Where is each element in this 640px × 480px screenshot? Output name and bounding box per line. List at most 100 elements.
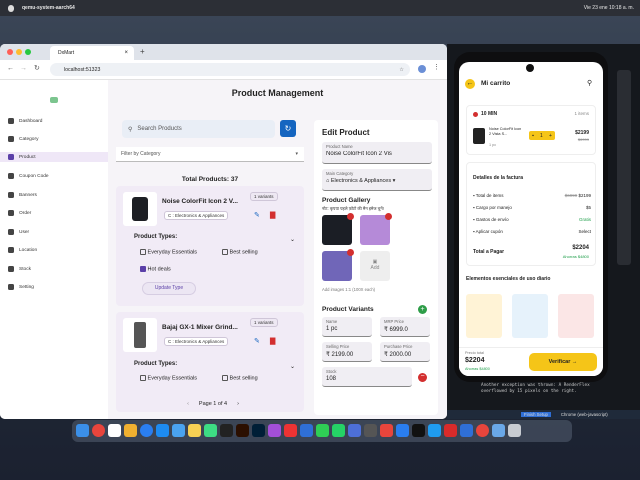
add-variant-icon[interactable]: + [418,305,427,314]
close-dot[interactable] [7,49,13,55]
selling-price-field[interactable]: Selling Price ₹ 2199.00 [322,342,372,362]
sidebar-item-setting[interactable]: Setting [8,282,34,292]
checkbox[interactable] [140,266,146,272]
delete-icon[interactable]: ▇ [270,211,275,219]
finder-icon[interactable] [76,424,89,437]
purchase-price-field[interactable]: Purchase Price ₹ 2000.00 [380,342,430,362]
remove-icon[interactable] [385,213,392,220]
coupon-row[interactable]: ▪ Aplicar cupón Select [473,229,591,234]
next-page-icon[interactable]: › [237,401,239,407]
gallery-image[interactable] [322,213,354,245]
mail-icon[interactable] [172,424,185,437]
photoshop-icon[interactable] [252,424,265,437]
photos-icon[interactable] [124,424,137,437]
app-icon[interactable] [396,424,409,437]
apple-icon[interactable] [8,4,14,12]
chevron-down-icon[interactable]: ⌄ [290,363,295,370]
maximize-dot[interactable] [25,49,31,55]
chrome-icon[interactable] [476,424,489,437]
essential-item[interactable] [466,294,502,338]
illustrator-icon[interactable] [236,424,249,437]
type-best-selling[interactable]: Best selling [222,375,258,381]
checkbox[interactable] [222,249,228,255]
add-image-button[interactable]: ▣ Add [360,251,390,281]
search-input[interactable]: ⚲ Search Products [122,120,275,138]
quantity-stepper[interactable]: ▪ 1 + [529,131,555,140]
back-button[interactable]: ← [465,79,475,89]
app-icon[interactable] [380,424,393,437]
calendar-icon[interactable] [108,424,121,437]
product-name-field[interactable]: Product Name Noise ColorFit Icon 2 Vis [322,142,432,164]
appstore-icon[interactable] [156,424,169,437]
sidebar-item-stock[interactable]: Stock [8,264,31,274]
new-tab-button[interactable]: + [140,47,145,56]
delete-icon[interactable]: ▇ [270,337,275,345]
stock-field[interactable]: Stock 108 [322,367,412,387]
notes-icon[interactable] [188,424,201,437]
figma-icon[interactable] [220,424,233,437]
update-type-button[interactable]: Update Type [142,282,196,295]
back-icon[interactable]: ← [7,65,14,72]
checkbox[interactable] [222,375,228,381]
category-filter[interactable]: Filter by Category ▾ [116,147,304,162]
safari-icon[interactable] [140,424,153,437]
mrp-price-field[interactable]: MRP Price ₹ 6999.0 [380,317,430,337]
remove-icon[interactable] [347,213,354,220]
remove-icon[interactable] [347,249,354,256]
app-icon[interactable] [348,424,361,437]
verify-button[interactable]: Verificar → [529,353,597,371]
main-category-select[interactable]: Main Category ⌂ Electronics & Appliances… [322,169,432,191]
status-item[interactable]: Finish Setup [521,412,551,417]
sidebar-item-product[interactable]: Product [0,152,108,162]
minimize-dot[interactable] [16,49,22,55]
app-name[interactable]: qemu-system-aarch64 [22,5,75,11]
vscode-icon[interactable] [428,424,441,437]
variant-name-field[interactable]: Name 1 pc [322,317,372,337]
podcast-icon[interactable] [268,424,281,437]
tab-dxmart[interactable]: DxMart × [50,46,134,60]
sidebar-item-dashboard[interactable]: Dashboard [8,116,42,126]
sidebar-item-order[interactable]: Order [8,208,31,218]
edit-icon[interactable]: ✎ [254,211,260,219]
trash-icon[interactable] [508,424,521,437]
folder-icon[interactable] [492,424,505,437]
messages-icon[interactable] [316,424,329,437]
status-item[interactable]: Chrome (web-javascript) [561,412,608,417]
essential-item[interactable] [512,294,548,338]
search-icon[interactable]: ⚲ [587,79,592,87]
type-best-selling[interactable]: Best selling [222,249,258,255]
chevron-down-icon[interactable]: ⌄ [290,236,295,243]
sidebar-item-category[interactable]: Category [8,134,38,144]
type-everyday[interactable]: Everyday Essentials [140,375,197,381]
gallery-image[interactable] [360,213,392,245]
remove-variant-icon[interactable]: − [418,373,427,382]
sidebar-item-user[interactable]: User [8,227,29,237]
reload-icon[interactable]: ↻ [34,64,40,72]
sidebar-item-coupon[interactable]: Coupon Code [8,171,49,181]
gallery-image[interactable] [322,249,354,281]
close-icon[interactable]: × [124,50,128,56]
app-icon[interactable] [300,424,313,437]
chrome-icon[interactable] [92,424,105,437]
plus-icon[interactable]: + [549,133,552,139]
star-icon[interactable]: ☆ [399,67,404,73]
sidebar-item-banners[interactable]: Banners [8,190,37,200]
menu-icon[interactable]: ⋮ [433,63,440,71]
profile-icon[interactable] [418,65,426,73]
app-icon[interactable] [364,424,377,437]
checkbox[interactable] [140,249,146,255]
checkbox[interactable] [140,375,146,381]
android-studio-icon[interactable] [204,424,217,437]
clock[interactable]: Vie 23 ene 10:18 a. m. [584,5,634,11]
edit-icon[interactable]: ✎ [254,337,260,345]
minus-icon[interactable]: ▪ [532,133,534,139]
whatsapp-icon[interactable] [332,424,345,437]
terminal-icon[interactable] [412,424,425,437]
sidebar-item-location[interactable]: Location [8,245,37,255]
prev-page-icon[interactable]: ‹ [187,401,189,407]
acrobat-icon[interactable] [444,424,457,437]
app-icon[interactable] [284,424,297,437]
essential-item[interactable] [558,294,594,338]
type-everyday[interactable]: Everyday Essentials [140,249,197,255]
app-icon[interactable] [460,424,473,437]
